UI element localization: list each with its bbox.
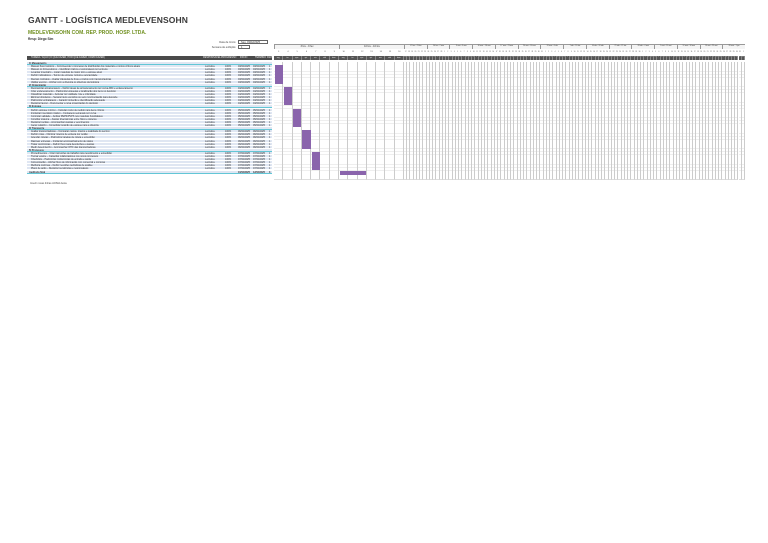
gantt-bar[interactable]	[293, 108, 302, 128]
week-header: 7 abr - 13 abr	[563, 44, 586, 49]
start-date-label: Data de Início:	[219, 41, 236, 44]
week-header: 17 mar - 23 mar	[494, 44, 518, 49]
day-number: 9	[333, 51, 335, 53]
table-header: TAREFA / AÇÃO (O QUE FAZER, POR QUE FAZE…	[27, 56, 273, 61]
gantt-bar[interactable]	[339, 170, 367, 175]
gantt-bar[interactable]	[302, 130, 311, 149]
final-row[interactable]: Auditoria final 10/02/2025 12/02/2025 3	[27, 170, 272, 174]
week-header: 31 mar - 6 abr	[540, 44, 564, 49]
gantt-bar[interactable]	[283, 86, 293, 106]
week-header: 3 fev - 9 fev	[274, 44, 339, 49]
day-column	[394, 62, 404, 180]
insert-rows-note: Inserir novas linhas ACIMA desta	[30, 182, 67, 185]
day-column	[320, 62, 330, 180]
day-column	[385, 62, 395, 180]
day-number: 7	[315, 51, 317, 53]
day-column	[301, 62, 312, 180]
day-name: ter	[283, 56, 293, 61]
week-header: 17 fev - 23 fev	[404, 44, 427, 49]
week-header: 24 fev - 2 mar	[426, 44, 450, 49]
week-header: 24 mar - 30 mar	[517, 44, 541, 49]
gantt-bar[interactable]	[311, 151, 320, 171]
day-column	[376, 62, 386, 180]
task-days: 3	[269, 170, 271, 174]
day-name: sex	[376, 56, 386, 61]
display-week-label: Semana de exibição:	[211, 46, 236, 49]
day-number: 12	[361, 51, 364, 53]
col-days: DIAS	[267, 56, 273, 59]
day-column	[357, 62, 367, 180]
day-number: 13	[370, 51, 373, 53]
day-name: qua	[292, 56, 302, 61]
week-header: 26 mai - 1 jun	[722, 44, 745, 49]
display-week-field[interactable]: 1	[238, 45, 250, 49]
day-name: qui	[366, 56, 377, 61]
day-number: 16	[398, 51, 401, 53]
week-header: 28 abr - 4 mai	[631, 44, 655, 49]
day-number: 6	[305, 51, 308, 53]
col-owner: RESPONSÁVEL	[203, 56, 221, 59]
col-start: INÍCIO	[240, 56, 248, 59]
week-header: 19 mai - 25 mai	[699, 44, 723, 49]
week-header: 12 mai - 18 mai	[676, 44, 700, 49]
week-header: 5 mai - 11 mai	[654, 44, 677, 49]
week-header: 10 mar - 16 mar	[472, 44, 495, 49]
day-column	[339, 62, 349, 180]
day-name: qui	[301, 56, 312, 61]
day-column	[329, 62, 339, 180]
day-number: 4	[287, 51, 289, 53]
page-title: GANTT - LOGÍSTICA MEDLEVENSOHN	[28, 15, 188, 25]
day-number: 15	[388, 51, 392, 53]
week-header: 21 abr - 27 abr	[608, 44, 632, 49]
day-number: 11	[351, 51, 354, 53]
task-start: 10/02/2025	[238, 170, 250, 174]
day-name: sáb	[320, 56, 330, 61]
day-name: dom	[741, 56, 745, 61]
day-column	[348, 62, 358, 180]
project-manager: Resp: Diego Sim	[28, 37, 54, 41]
week-header: 10 fev - 16 fev	[339, 44, 404, 49]
start-date-field[interactable]: Seg, 03/02/2025	[238, 40, 268, 44]
day-column	[741, 62, 745, 180]
gantt-bar[interactable]	[274, 65, 283, 84]
day-name: qua	[357, 56, 367, 61]
day-number: 8	[324, 51, 326, 53]
day-name: seg	[274, 56, 284, 61]
day-name: sex	[311, 56, 321, 61]
col-end: TÉRMINO	[255, 56, 267, 59]
col-progress: PROGRESSO	[221, 56, 237, 59]
col-task: TAREFA / AÇÃO (O QUE FAZER, POR QUE FAZE…	[31, 56, 105, 59]
day-name: ter	[348, 56, 358, 61]
day-name: sáb	[385, 56, 395, 61]
day-number: 10	[342, 51, 345, 53]
day-number: 3	[278, 51, 280, 53]
task-end: 12/02/2025	[253, 170, 265, 174]
company-name: MEDLEVENSOHN COM. REP. PROD. HOSP. LTDA.	[28, 30, 147, 36]
day-name: seg	[339, 56, 349, 61]
week-header: 14 abr - 20 abr	[585, 44, 609, 49]
week-header: 3 mar - 9 mar	[449, 44, 473, 49]
day-name: dom	[329, 56, 339, 61]
day-column	[366, 62, 377, 180]
day-number: 1	[742, 52, 744, 53]
final-task-name: Auditoria final	[29, 170, 46, 174]
day-number: 5	[296, 51, 298, 53]
day-name: dom	[394, 56, 404, 61]
day-column	[283, 62, 293, 180]
day-number: 14	[379, 51, 382, 53]
